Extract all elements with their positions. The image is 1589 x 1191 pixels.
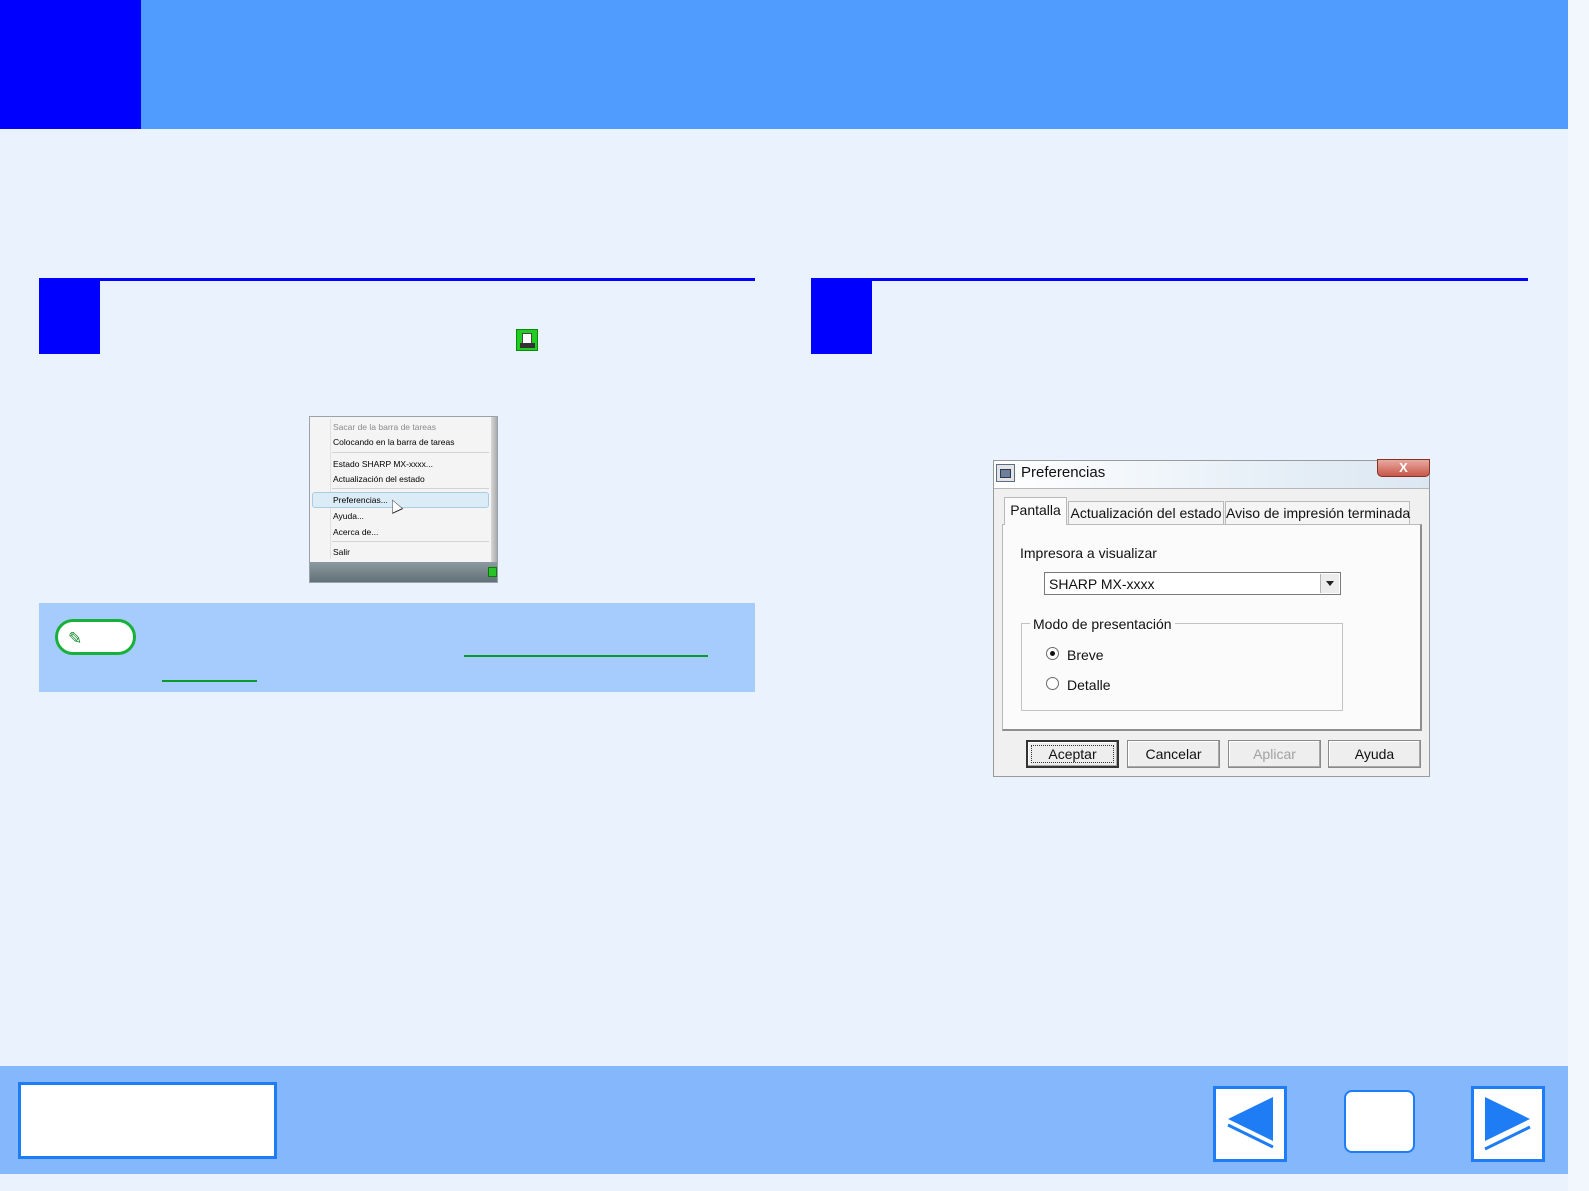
step-2-rule bbox=[811, 278, 1528, 281]
menu-item-printer-status[interactable]: Estado SHARP MX-xxxx... bbox=[333, 459, 433, 469]
menu-item-preferences[interactable]: Preferencias... bbox=[333, 495, 388, 505]
taskbar bbox=[310, 562, 497, 582]
context-menu-screenshot: Sacar de la barra de tareas Colocando en… bbox=[309, 416, 498, 583]
printer-label: Impresora a visualizar bbox=[1020, 545, 1157, 561]
radio-detalle-label[interactable]: Detalle bbox=[1067, 677, 1111, 693]
close-button[interactable]: X bbox=[1377, 459, 1430, 477]
ok-button[interactable]: Aceptar bbox=[1026, 740, 1119, 768]
chevron-down-icon[interactable] bbox=[1320, 574, 1339, 593]
pencil-icon: ✎ bbox=[68, 629, 83, 648]
menu-item-help[interactable]: Ayuda... bbox=[333, 511, 364, 521]
radio-detalle[interactable] bbox=[1046, 677, 1059, 690]
tab-status-update[interactable]: Actualización del estado bbox=[1068, 501, 1224, 525]
printer-select-value: SHARP MX-xxxx bbox=[1049, 576, 1155, 592]
tab-pantalla[interactable]: Pantalla bbox=[1004, 497, 1067, 525]
radio-breve[interactable] bbox=[1046, 647, 1059, 660]
memo-link-underline-continued[interactable] bbox=[162, 680, 257, 682]
taskbar-printer-icon bbox=[488, 567, 497, 577]
cancel-button[interactable]: Cancelar bbox=[1127, 740, 1220, 768]
preferences-dialog: Preferencias X Pantalla Actualización de… bbox=[993, 459, 1430, 777]
step-1-number-block bbox=[39, 280, 100, 354]
step-2-number-block bbox=[811, 280, 872, 354]
menu-item-exit[interactable]: Salir bbox=[333, 547, 350, 557]
prev-page-button[interactable] bbox=[1213, 1086, 1287, 1162]
page-header bbox=[0, 0, 1568, 129]
help-button[interactable]: Ayuda bbox=[1328, 740, 1421, 768]
right-margin bbox=[1568, 0, 1589, 1191]
radio-breve-label[interactable]: Breve bbox=[1067, 647, 1104, 663]
contents-button[interactable] bbox=[18, 1082, 277, 1159]
step-1-rule bbox=[39, 278, 755, 281]
memo-box: ✎ bbox=[39, 603, 755, 692]
menu-item-remove-from-taskbar[interactable]: Sacar de la barra de tareas bbox=[333, 422, 436, 432]
dialog-title: Preferencias bbox=[1021, 464, 1106, 481]
memo-link-underline[interactable] bbox=[464, 655, 708, 657]
display-mode-legend: Modo de presentación bbox=[1030, 616, 1175, 632]
chapter-number-block bbox=[0, 0, 141, 129]
arrow-left-icon bbox=[1227, 1097, 1274, 1149]
dialog-titlebar[interactable]: Preferencias bbox=[994, 461, 1429, 488]
next-page-button[interactable] bbox=[1471, 1086, 1545, 1162]
apply-button[interactable]: Aplicar bbox=[1228, 740, 1321, 768]
menu-item-about[interactable]: Acerca de... bbox=[333, 527, 378, 537]
app-icon bbox=[996, 464, 1015, 482]
arrow-right-icon bbox=[1484, 1097, 1531, 1151]
home-button[interactable] bbox=[1344, 1090, 1415, 1153]
printer-status-icon bbox=[516, 329, 538, 351]
printer-select[interactable]: SHARP MX-xxxx bbox=[1044, 572, 1341, 595]
display-mode-group bbox=[1021, 623, 1343, 711]
tab-print-complete-notice[interactable]: Aviso de impresión terminada bbox=[1225, 501, 1410, 525]
memo-badge: ✎ bbox=[55, 619, 136, 655]
menu-item-place-in-taskbar[interactable]: Colocando en la barra de tareas bbox=[333, 437, 454, 447]
bottom-strip bbox=[0, 1174, 1568, 1191]
menu-item-status-update[interactable]: Actualización del estado bbox=[333, 474, 425, 484]
